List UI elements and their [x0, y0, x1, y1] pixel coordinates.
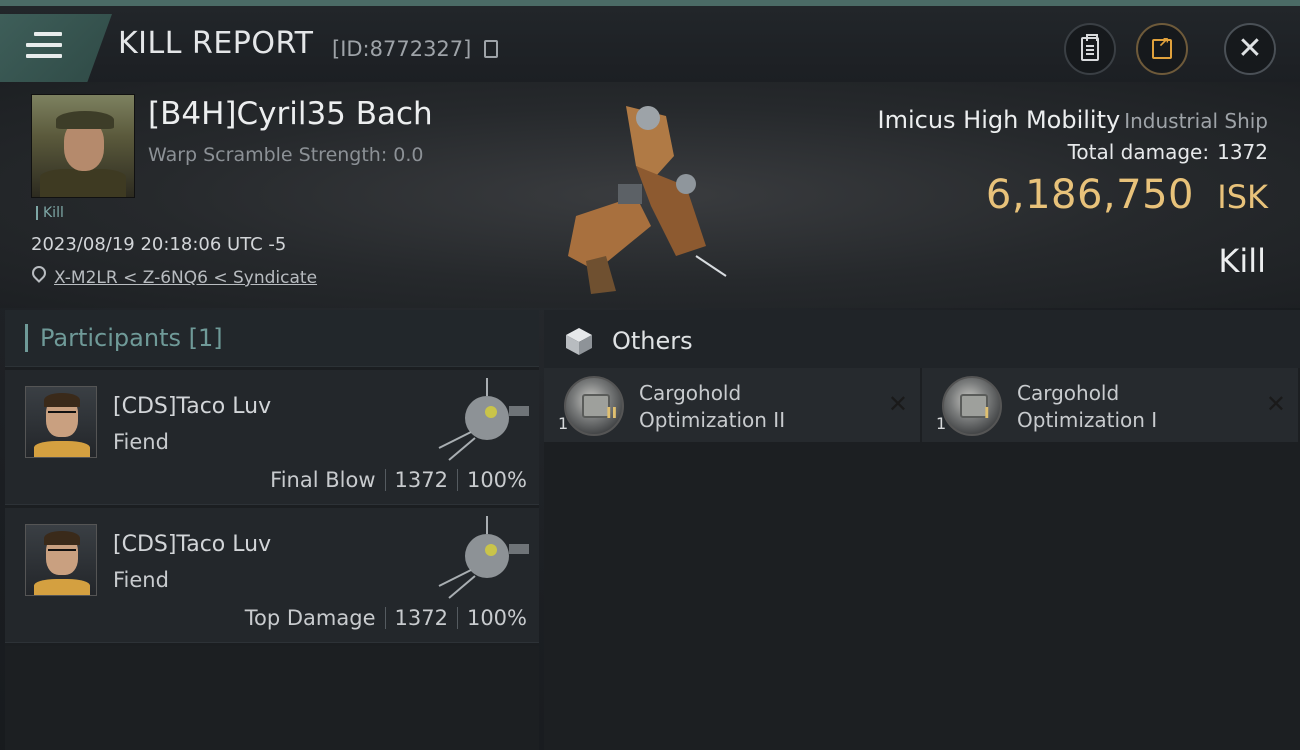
- item-card[interactable]: I 1 Cargohold Optimization I ✕: [922, 368, 1298, 442]
- kill-tag: Kill: [36, 206, 64, 220]
- victim-ship-type: Imicus High Mobility Industrial Ship: [878, 106, 1268, 134]
- victim-ship-image[interactable]: [556, 96, 736, 296]
- participant-role: Final Blow: [270, 468, 376, 492]
- participant-ship: Fiend: [113, 568, 169, 592]
- cube-icon: [566, 328, 592, 355]
- share-button[interactable]: [1136, 23, 1188, 75]
- report-button[interactable]: [1064, 23, 1116, 75]
- kill-result: Kill: [1218, 242, 1266, 280]
- clipboard-icon: [1081, 34, 1099, 61]
- item-name-line1: Cargohold: [1017, 381, 1120, 405]
- participant-stats: Final Blow 1372 100%: [270, 468, 527, 492]
- participants-title: Participants [1]: [25, 324, 223, 352]
- isk-unit: ISK: [1217, 178, 1268, 216]
- victim-panel: [B4H]Cyril35 Bach Warp Scramble Strength…: [0, 82, 1300, 308]
- item-name-line2: Optimization II: [639, 408, 786, 432]
- participants-count: [1]: [188, 324, 223, 352]
- ship-name[interactable]: Imicus High Mobility: [878, 106, 1121, 134]
- ship-class: Industrial Ship: [1124, 109, 1268, 133]
- participants-header: Participants [1]: [5, 310, 539, 367]
- participant-role: Top Damage: [244, 606, 376, 630]
- participant-ship: Fiend: [113, 430, 169, 454]
- copy-icon[interactable]: [484, 40, 498, 58]
- participants-label: Participants: [40, 324, 181, 352]
- page-title: KILL REPORT: [118, 26, 314, 61]
- location-pin-icon: [31, 266, 45, 284]
- participant-ship-image[interactable]: [429, 516, 539, 606]
- victim-avatar[interactable]: [31, 94, 135, 198]
- kill-location-link[interactable]: X-M2LR < Z-6NQ6 < Syndicate: [54, 268, 317, 288]
- participant-ship-image[interactable]: [429, 378, 539, 468]
- participant-percent: 100%: [466, 606, 527, 630]
- item-name: Cargohold Optimization II: [639, 380, 785, 434]
- participant-name[interactable]: [CDS]Taco Luv: [113, 394, 271, 419]
- others-header: Others: [544, 310, 1300, 368]
- close-icon: ✕: [1237, 31, 1263, 66]
- isk-value: 6,186,750: [985, 172, 1194, 218]
- menu-button[interactable]: [0, 14, 112, 82]
- item-card[interactable]: II 1 Cargohold Optimization II ✕: [544, 368, 920, 442]
- others-panel: Others II 1 Cargohold Optimization II ✕ …: [544, 310, 1300, 750]
- item-name-line2: Optimization I: [1017, 408, 1158, 432]
- item-tier-badge: II: [606, 404, 618, 422]
- report-id: [ID:8772327]: [332, 37, 472, 61]
- module-icon[interactable]: [942, 376, 1002, 436]
- item-quantity: 1: [558, 414, 569, 433]
- warp-scramble-strength: Warp Scramble Strength: 0.0: [148, 144, 424, 166]
- participant-damage: 1372: [394, 468, 448, 492]
- participant-damage: 1372: [394, 606, 448, 630]
- participants-panel: Participants [1] [CDS]Taco Luv Fiend Fin…: [5, 310, 539, 750]
- others-title: Others: [612, 327, 693, 355]
- menu-icon: [26, 32, 62, 62]
- item-name-line1: Cargohold: [639, 381, 742, 405]
- participant-row[interactable]: [CDS]Taco Luv Fiend Top Damage 1372 100%: [5, 508, 539, 643]
- drop-x-icon: ✕: [887, 390, 908, 418]
- participant-percent: 100%: [466, 468, 527, 492]
- victim-name[interactable]: [B4H]Cyril35 Bach: [148, 96, 433, 132]
- participant-row[interactable]: [CDS]Taco Luv Fiend Final Blow 1372 100%: [5, 370, 539, 505]
- share-icon: [1152, 35, 1172, 59]
- drop-x-icon: ✕: [1265, 390, 1286, 418]
- close-button[interactable]: ✕: [1224, 23, 1276, 75]
- total-damage-value: 1372: [1217, 140, 1268, 164]
- participant-stats: Top Damage 1372 100%: [245, 606, 527, 630]
- kill-datetime: 2023/08/19 20:18:06 UTC -5: [31, 234, 287, 255]
- header-bar: KILL REPORT [ID:8772327] ✕: [0, 6, 1300, 82]
- avatar[interactable]: [25, 386, 97, 458]
- total-damage: Total damage: 1372: [1068, 140, 1268, 164]
- item-name: Cargohold Optimization I: [1017, 380, 1157, 434]
- participants-empty-area: [5, 646, 539, 750]
- avatar[interactable]: [25, 524, 97, 596]
- total-damage-label: Total damage:: [1067, 140, 1210, 164]
- item-quantity: 1: [936, 414, 947, 433]
- participant-name[interactable]: [CDS]Taco Luv: [113, 532, 271, 557]
- item-tier-badge: I: [984, 404, 990, 422]
